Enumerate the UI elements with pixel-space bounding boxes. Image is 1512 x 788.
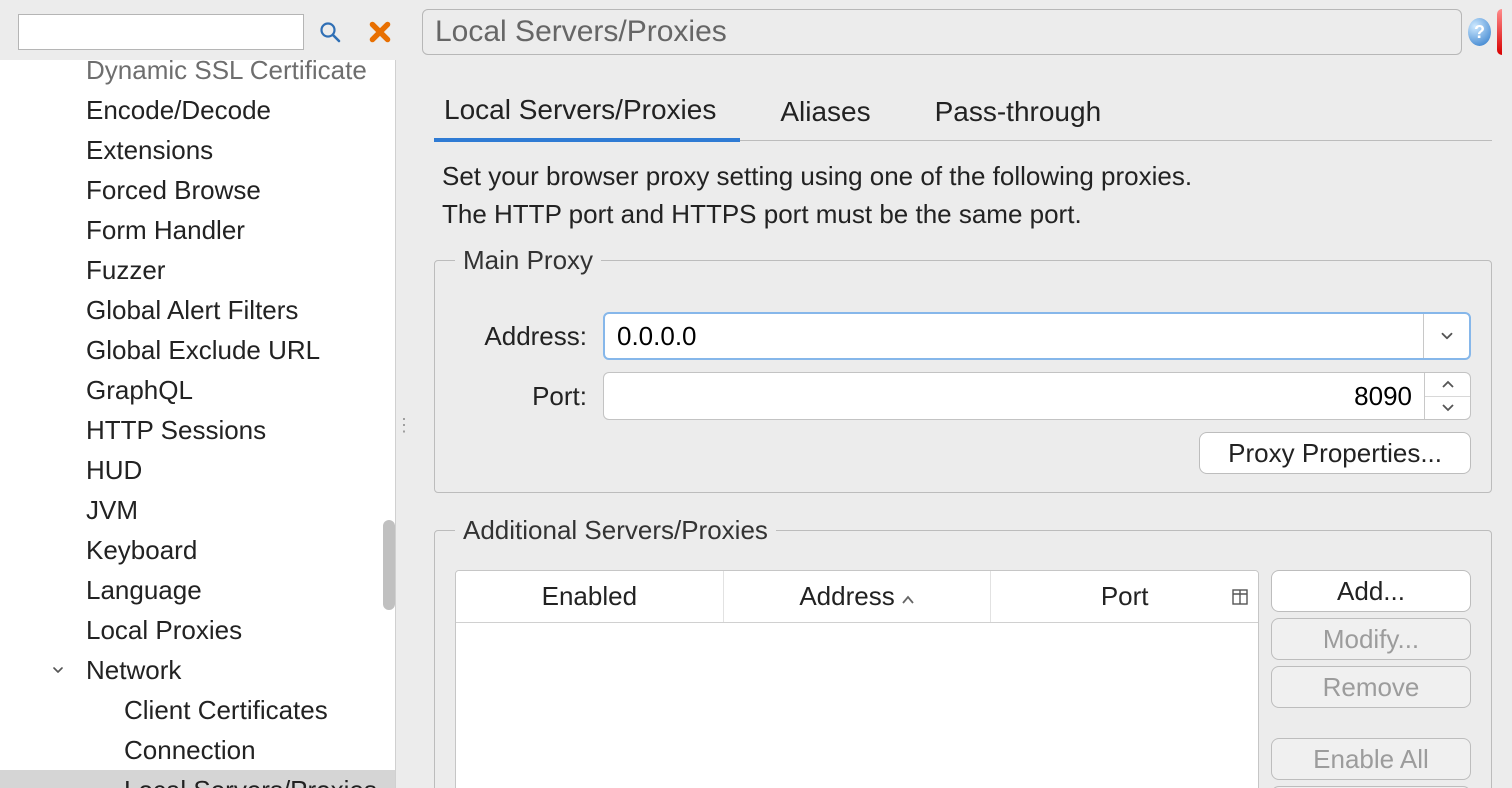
column-header-enabled[interactable]: Enabled — [456, 571, 724, 622]
column-header-address[interactable]: Address — [724, 571, 992, 622]
close-icon[interactable] — [366, 18, 394, 46]
modify-button: Modify... — [1271, 618, 1471, 660]
sidebar-item-client-certificates[interactable]: Client Certificates — [0, 690, 395, 730]
column-header-port[interactable]: Port — [991, 571, 1258, 622]
sidebar-item-local-servers-proxies[interactable]: Local Servers/Proxies — [0, 770, 395, 788]
panel-title — [422, 9, 1462, 55]
additional-servers-table: Enabled Address Port — [455, 570, 1259, 788]
column-picker-icon[interactable] — [1228, 589, 1254, 605]
proxy-properties-button[interactable]: Proxy Properties... — [1199, 432, 1471, 474]
port-input[interactable] — [604, 373, 1424, 419]
sidebar-item-connection[interactable]: Connection — [0, 730, 395, 770]
address-input[interactable] — [605, 314, 1423, 358]
sidebar-item-http-sessions[interactable]: HTTP Sessions — [0, 410, 395, 450]
main-proxy-panel: Main Proxy Address: Port: — [434, 245, 1492, 493]
sidebar-item-graphql[interactable]: GraphQL — [0, 370, 395, 410]
sidebar-item-global-alert-filters[interactable]: Global Alert Filters — [0, 290, 395, 330]
main-proxy-legend: Main Proxy — [455, 245, 601, 276]
unknown-red-button-sliver[interactable] — [1497, 9, 1502, 55]
sidebar-item-dynamic-ssl-certificate[interactable]: Dynamic SSL Certificate — [0, 60, 395, 90]
tab-local-servers-proxies[interactable]: Local Servers/Proxies — [434, 88, 740, 142]
sidebar-item-language[interactable]: Language — [0, 570, 395, 610]
additional-servers-table-body — [456, 623, 1258, 788]
port-spinner[interactable] — [603, 372, 1471, 420]
sort-asc-icon — [901, 581, 915, 612]
description-line-2: The HTTP port and HTTPS port must be the… — [442, 197, 1492, 231]
port-spin-up[interactable] — [1425, 373, 1470, 397]
address-dropdown-button[interactable] — [1423, 314, 1469, 358]
tab-pass-through[interactable]: Pass-through — [925, 90, 1126, 140]
add-button[interactable]: Add... — [1271, 570, 1471, 612]
main-panel: Local Servers/Proxies Aliases Pass-through… — [410, 60, 1512, 788]
options-sidebar: Dynamic SSL CertificateEncode/DecodeExte… — [0, 60, 396, 788]
tabs: Local Servers/Proxies Aliases Pass-through — [434, 88, 1492, 141]
tab-aliases[interactable]: Aliases — [770, 90, 894, 140]
port-label: Port: — [455, 381, 587, 412]
sidebar-item-jvm[interactable]: JVM — [0, 490, 395, 530]
sidebar-item-label: Network — [86, 655, 181, 685]
sidebar-item-keyboard[interactable]: Keyboard — [0, 530, 395, 570]
toolbar: ? — [0, 0, 1512, 60]
sidebar-item-hud[interactable]: HUD — [0, 450, 395, 490]
help-icon[interactable]: ? — [1468, 18, 1491, 46]
sidebar-item-local-proxies[interactable]: Local Proxies — [0, 610, 395, 650]
search-input[interactable] — [18, 14, 304, 50]
sidebar-item-fuzzer[interactable]: Fuzzer — [0, 250, 395, 290]
splitter-handle[interactable] — [396, 60, 410, 788]
sidebar-item-encode-decode[interactable]: Encode/Decode — [0, 90, 395, 130]
search-icon[interactable] — [316, 18, 344, 46]
chevron-down-icon[interactable] — [48, 660, 68, 680]
remove-button: Remove — [1271, 666, 1471, 708]
sidebar-item-form-handler[interactable]: Form Handler — [0, 210, 395, 250]
sidebar-group-network[interactable]: Network — [0, 650, 395, 690]
sidebar-item-extensions[interactable]: Extensions — [0, 130, 395, 170]
port-spin-down[interactable] — [1425, 397, 1470, 420]
enable-all-button: Enable All — [1271, 738, 1471, 780]
additional-servers-legend: Additional Servers/Proxies — [455, 515, 776, 546]
description-line-1: Set your browser proxy setting using one… — [442, 159, 1492, 193]
sidebar-scrollbar[interactable] — [383, 520, 395, 610]
address-combobox[interactable] — [603, 312, 1471, 360]
sidebar-item-global-exclude-url[interactable]: Global Exclude URL — [0, 330, 395, 370]
sidebar-item-forced-browse[interactable]: Forced Browse — [0, 170, 395, 210]
address-label: Address: — [455, 321, 587, 352]
additional-servers-panel: Additional Servers/Proxies Enabled Addre… — [434, 515, 1492, 788]
